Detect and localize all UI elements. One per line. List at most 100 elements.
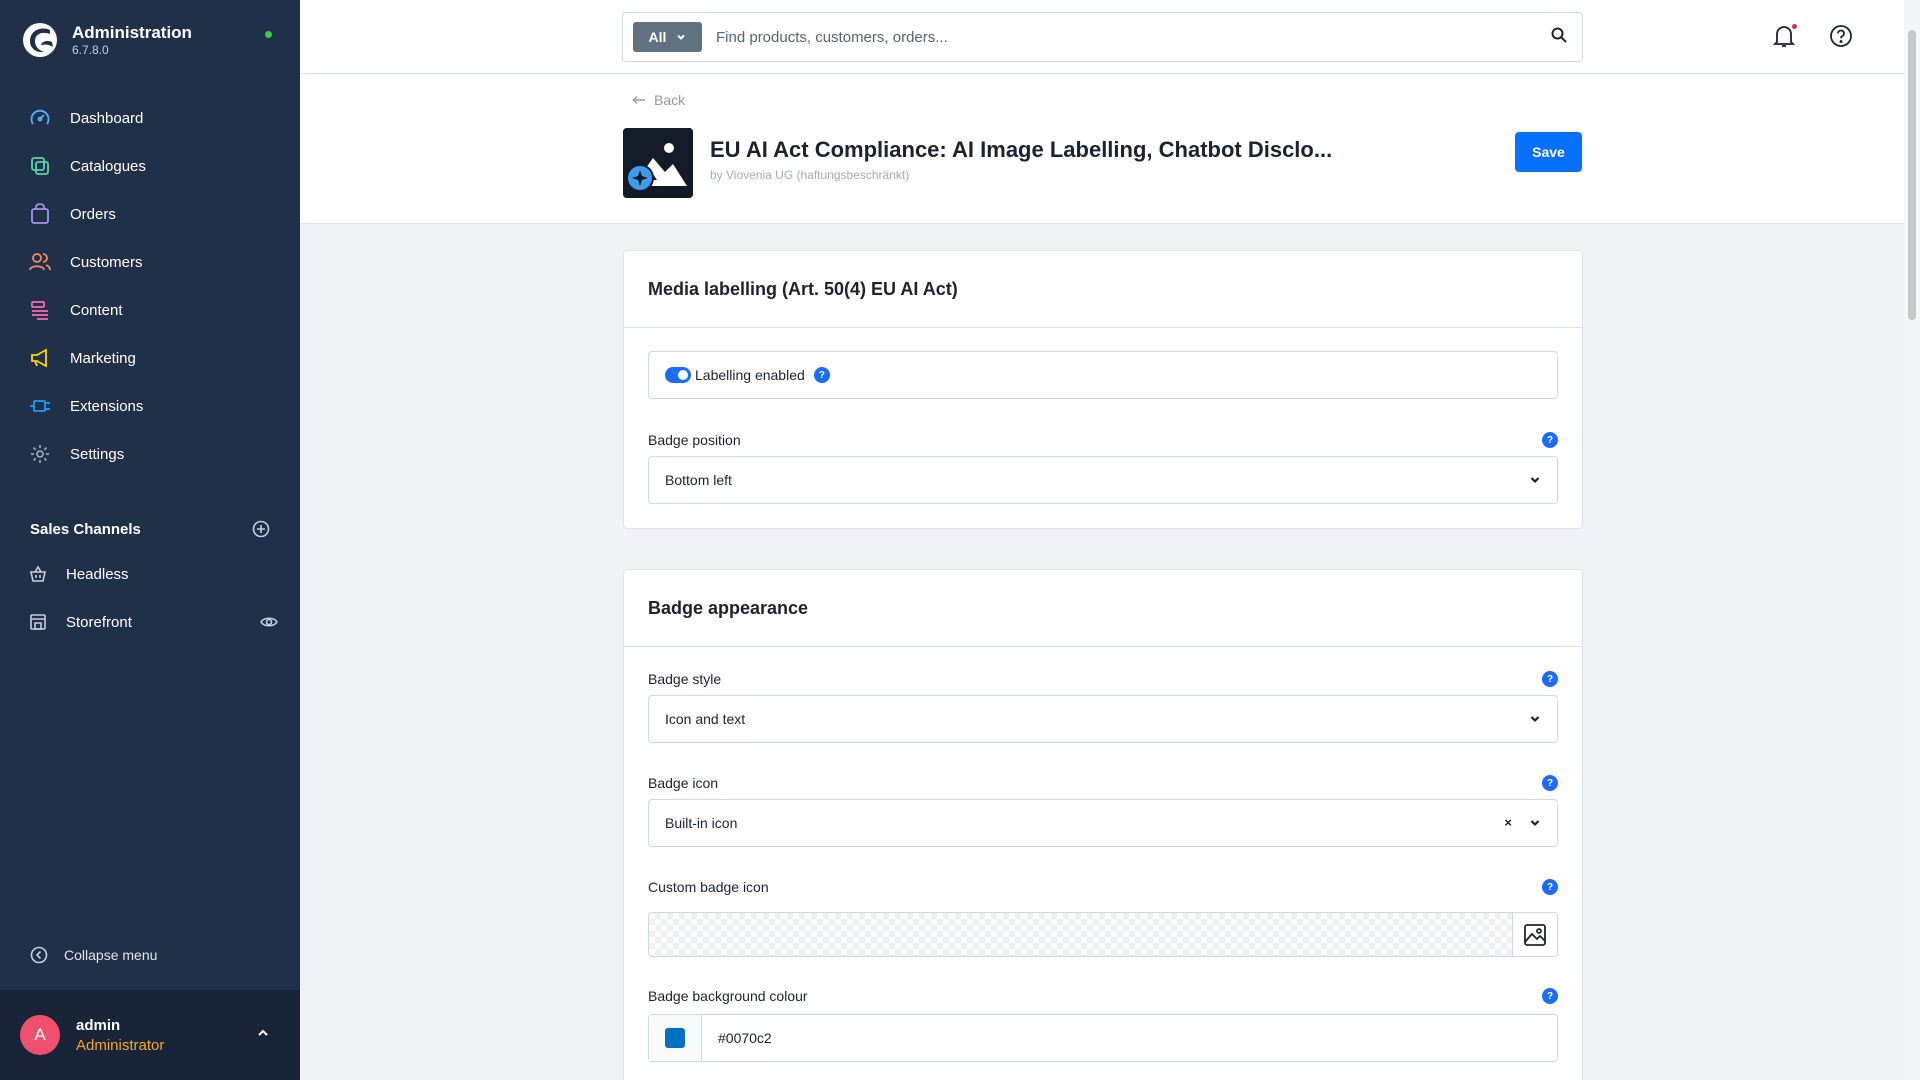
collapse-menu-label: Collapse menu bbox=[64, 947, 158, 963]
notification-badge bbox=[1791, 23, 1798, 30]
sales-channel-label: Headless bbox=[66, 565, 129, 583]
card-title: Media labelling (Art. 50(4) EU AI Act) bbox=[624, 251, 1582, 328]
image-icon bbox=[1524, 923, 1546, 946]
status-indicator bbox=[265, 31, 272, 38]
media-picker-button[interactable] bbox=[1512, 913, 1557, 956]
chevron-down-icon bbox=[1530, 820, 1540, 827]
customers-icon bbox=[28, 250, 52, 274]
search-type-dropdown[interactable]: All bbox=[633, 22, 702, 52]
badge-position-select[interactable]: Bottom left bbox=[648, 456, 1558, 504]
search-type-label: All bbox=[648, 29, 667, 45]
collapse-menu-button[interactable]: Collapse menu bbox=[30, 946, 157, 964]
user-name: admin bbox=[76, 1016, 121, 1034]
main-nav: Dashboard Catalogues Orders Customers Co… bbox=[0, 94, 300, 478]
clear-icon[interactable]: × bbox=[1504, 815, 1512, 830]
back-label: Back bbox=[654, 92, 686, 108]
nav-item-content[interactable]: Content bbox=[0, 286, 300, 334]
nav-label: Catalogues bbox=[70, 157, 146, 175]
page-scrollbar[interactable] bbox=[1904, 0, 1920, 1080]
brand[interactable]: Administration 6.7.8.0 bbox=[22, 22, 192, 58]
eye-icon[interactable] bbox=[260, 613, 278, 631]
marketing-icon bbox=[28, 346, 52, 370]
badge-style-select[interactable]: Icon and text bbox=[648, 695, 1558, 743]
chevron-up-icon[interactable] bbox=[256, 1026, 270, 1040]
colour-picker-toggle[interactable] bbox=[649, 1015, 702, 1061]
app-version: 6.7.8.0 bbox=[72, 43, 109, 57]
top-bar: All bbox=[300, 0, 1904, 74]
sales-channels-header: Sales Channels bbox=[30, 520, 270, 538]
nav-item-dashboard[interactable]: Dashboard bbox=[0, 94, 300, 142]
basket-icon bbox=[28, 564, 48, 584]
sales-channel-label: Storefront bbox=[66, 613, 132, 631]
app-title: Administration bbox=[72, 23, 192, 42]
colour-swatch bbox=[665, 1028, 685, 1048]
storefront-icon bbox=[28, 612, 48, 632]
card-title: Badge appearance bbox=[624, 570, 1582, 647]
badge-position-label: Badge position bbox=[648, 432, 741, 448]
help-icon[interactable]: ? bbox=[1542, 879, 1558, 895]
labelling-enabled-field: Labelling enabled ? bbox=[648, 351, 1558, 399]
help-icon[interactable]: ? bbox=[1542, 988, 1558, 1004]
help-icon[interactable]: ? bbox=[1542, 432, 1558, 448]
badge-bg-colour-field[interactable]: #0070c2 bbox=[648, 1014, 1558, 1062]
nav-item-extensions[interactable]: Extensions bbox=[0, 382, 300, 430]
badge-icon-label: Badge icon bbox=[648, 775, 719, 791]
save-button[interactable]: Save bbox=[1515, 132, 1582, 172]
extension-logo bbox=[623, 128, 693, 198]
help-icon[interactable] bbox=[1829, 24, 1853, 48]
search-input[interactable] bbox=[716, 28, 1536, 46]
search-icon[interactable] bbox=[1550, 26, 1568, 44]
orders-icon bbox=[28, 202, 52, 226]
toggle-label: Labelling enabled bbox=[695, 367, 805, 383]
extension-author: by Viovenia UG (haftungsbeschränkt) bbox=[710, 168, 910, 182]
help-icon[interactable]: ? bbox=[1542, 775, 1558, 791]
content-icon bbox=[28, 298, 52, 322]
nav-label: Orders bbox=[70, 205, 116, 223]
colour-value: #0070c2 bbox=[718, 1030, 772, 1046]
nav-label: Dashboard bbox=[70, 109, 144, 127]
sales-channels-title: Sales Channels bbox=[30, 520, 141, 538]
ai-image-icon bbox=[623, 128, 693, 198]
extension-title: EU AI Act Compliance: AI Image Labelling… bbox=[710, 137, 1333, 162]
collapse-icon bbox=[30, 946, 48, 964]
badge-appearance-card: Badge appearance Badge style ? Icon and … bbox=[623, 569, 1583, 1080]
select-value: Built-in icon bbox=[665, 815, 738, 831]
avatar: A bbox=[20, 1015, 60, 1055]
nav-item-marketing[interactable]: Marketing bbox=[0, 334, 300, 382]
nav-label: Customers bbox=[70, 253, 143, 271]
sidebar: Administration 6.7.8.0 Dashboard Catalog… bbox=[0, 0, 300, 1080]
scrollbar-thumb[interactable] bbox=[1908, 30, 1916, 320]
shopware-logo-icon bbox=[23, 23, 57, 57]
badge-icon-select[interactable]: Built-in icon × bbox=[648, 799, 1558, 847]
nav-item-orders[interactable]: Orders bbox=[0, 190, 300, 238]
help-icon[interactable]: ? bbox=[813, 367, 830, 383]
add-sales-channel-icon[interactable] bbox=[252, 520, 270, 538]
nav-label: Settings bbox=[70, 445, 125, 463]
nav-item-catalogues[interactable]: Catalogues bbox=[0, 142, 300, 190]
chevron-down-icon bbox=[677, 34, 686, 40]
arrow-left-icon bbox=[632, 95, 645, 105]
nav-item-settings[interactable]: Settings bbox=[0, 430, 300, 478]
sales-channel-storefront[interactable]: Storefront bbox=[28, 602, 278, 642]
custom-badge-icon-label: Custom badge icon bbox=[648, 879, 769, 895]
nav-label: Content bbox=[70, 301, 123, 319]
nav-label: Marketing bbox=[70, 349, 136, 367]
help-icon[interactable]: ? bbox=[1542, 671, 1558, 687]
back-link[interactable]: Back bbox=[632, 92, 685, 108]
custom-badge-icon-field[interactable] bbox=[648, 912, 1558, 957]
chevron-down-icon bbox=[1530, 477, 1540, 484]
catalogue-icon bbox=[28, 154, 52, 178]
dashboard-icon bbox=[28, 106, 52, 130]
labelling-toggle[interactable] bbox=[665, 367, 691, 383]
user-role: Administrator bbox=[76, 1036, 165, 1054]
settings-icon bbox=[28, 442, 52, 466]
user-menu[interactable]: A admin Administrator bbox=[0, 990, 300, 1080]
select-value: Icon and text bbox=[665, 711, 746, 727]
media-labelling-card: Media labelling (Art. 50(4) EU AI Act) L… bbox=[623, 250, 1583, 529]
chevron-down-icon bbox=[1530, 716, 1540, 723]
extensions-icon bbox=[28, 394, 52, 418]
extension-header: Back EU AI Act Compliance: AI Image Labe… bbox=[300, 74, 1904, 224]
badge-style-label: Badge style bbox=[648, 671, 722, 687]
sales-channel-headless[interactable]: Headless bbox=[28, 554, 278, 594]
nav-item-customers[interactable]: Customers bbox=[0, 238, 300, 286]
